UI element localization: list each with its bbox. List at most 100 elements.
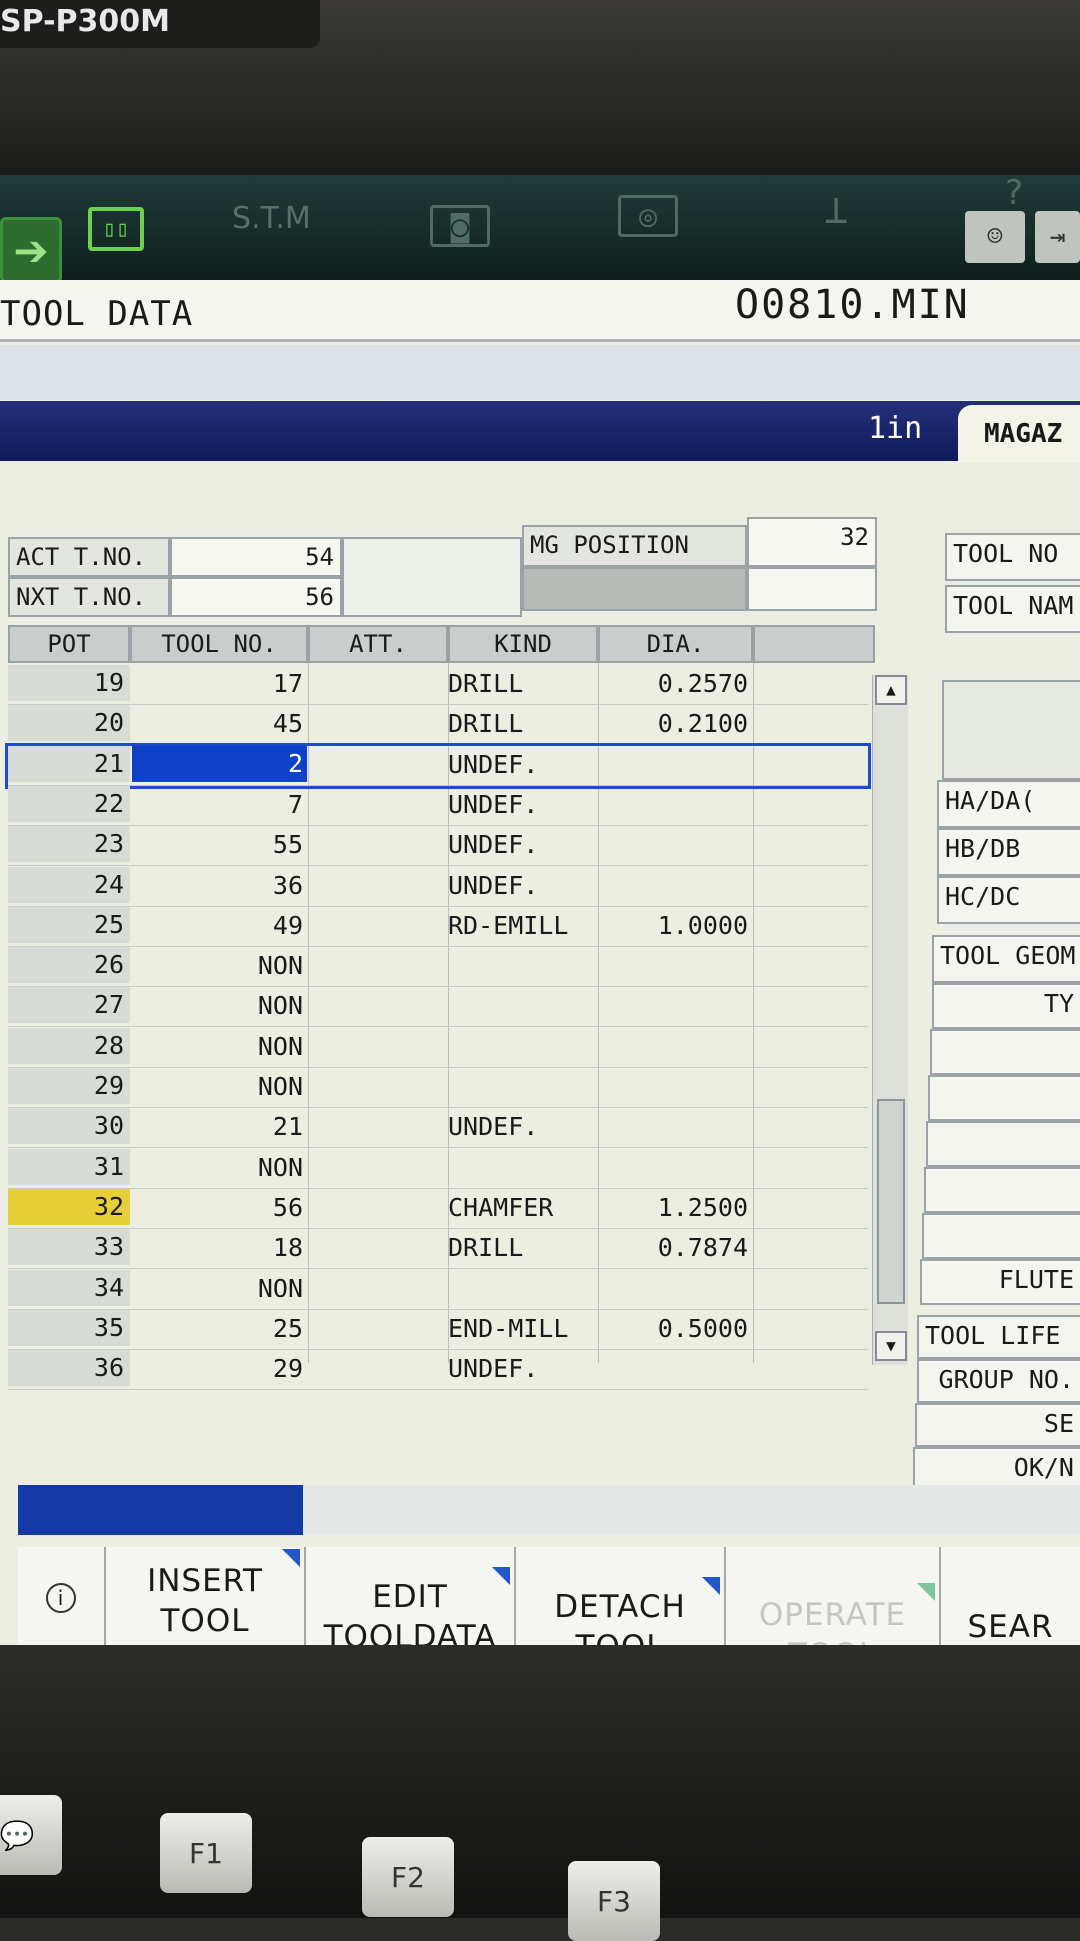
table-row[interactable]: 34 NON [8,1269,868,1310]
cnc-screen: ➔ ▯▯ S.T.M ◙ ◎ ⊥ ? ☺ ⇥ TOOL DATA O0810.M… [0,173,1080,1673]
scroll-down-icon[interactable]: ▼ [875,1331,907,1361]
tool-no-cell: 49 [272,910,303,940]
insert-tool-softkey[interactable]: INSERT TOOL [106,1547,306,1657]
bubble-key[interactable]: 💬 [0,1795,62,1875]
f2-key[interactable]: F2 [362,1837,454,1917]
kind-cell: UNDEF. [448,1354,539,1384]
header-pot: POT [8,625,130,663]
table-row[interactable]: 27 NON [8,987,868,1028]
pot-cell: 28 [8,1027,130,1064]
table-row[interactable]: 28 NON [8,1027,868,1068]
mg-empty-value [747,567,877,611]
mode-icon-bar: ➔ ▯▯ S.T.M ◙ ◎ ⊥ ? ☺ ⇥ [0,173,1080,283]
tool-no-cell: NON [257,1072,303,1101]
dia-cell: 1.2500 [657,1192,748,1222]
tool-no-cell: NON [257,1031,303,1061]
mg-position-label: MG POSITION [522,525,747,567]
table-row[interactable]: 23 55 UNDEF. [8,826,868,867]
act-tool-value: 54 [170,537,342,577]
mg-position-value: 32 [747,517,877,567]
softkey-label: OPERATE [758,1597,907,1633]
pot-cell: 26 [8,947,130,984]
pot-cell: 31 [8,1148,130,1185]
magazine-icon[interactable]: ▯▯ [88,207,144,251]
tool-no-cell: NON [257,951,303,981]
scroll-up-icon[interactable]: ▲ [875,675,907,705]
dia-cell: 0.5000 [657,1313,748,1343]
table-row[interactable]: 22 7 UNDEF. [8,785,868,826]
tool-holder-icon[interactable]: ⊥ [806,187,866,233]
tab-magazine[interactable]: MAGAZ [958,405,1080,463]
table-row[interactable]: 30 21 UNDEF. [8,1108,868,1149]
status-spacer [342,537,522,617]
help-icon[interactable]: ? [1005,173,1023,213]
softkey-label: EDIT [372,1579,448,1615]
pot-cell: 27 [8,987,130,1024]
stm-icon[interactable]: S.T.M [232,201,311,236]
table-row[interactable]: 20 45 DRILL 0.2100 [8,705,868,746]
edit-tooldata-softkey[interactable]: EDIT TOOLDATA [306,1547,516,1657]
tool-no-cell: 45 [272,709,303,739]
dia-cell: 0.2100 [657,709,748,739]
pot-cell: 32 [8,1188,130,1225]
exit-icon[interactable]: ⇥ [1035,211,1080,263]
table-row[interactable]: 35 25 END-MILL 0.5000 [8,1309,868,1350]
table-row[interactable]: 26 NON [8,947,868,988]
kind-cell: UNDEF. [448,1112,539,1142]
message-indicator [18,1485,303,1535]
kind-cell: UNDEF. [448,830,539,860]
machine-model-label: SP-P300M [0,0,320,48]
geometry-row [924,1167,1080,1213]
pot-cell: 36 [8,1350,130,1387]
f1-key[interactable]: F1 [160,1813,252,1893]
spindle-icon[interactable]: ◎ [618,195,678,237]
table-scrollbar[interactable]: ▲ ▼ [872,675,908,1365]
tool-no-cell: 55 [272,830,303,860]
act-tool-label: ACT T.NO. [8,537,170,577]
program-name: O0810.MIN [735,282,970,328]
info-softkey[interactable]: i [18,1547,106,1657]
operator-icon[interactable]: ☺ [965,211,1025,263]
table-row[interactable]: 31 NON [8,1148,868,1189]
page-title: TOOL DATA [0,294,194,334]
kind-cell: UNDEF. [448,749,539,779]
se-label: SE [915,1403,1080,1447]
pot-cell: 29 [8,1068,130,1104]
search-softkey[interactable]: SEAR [941,1547,1080,1657]
dia-cell: 1.0000 [657,910,748,940]
arrow-right-icon[interactable]: ➔ [0,217,62,283]
submenu-marker-icon [492,1567,510,1585]
pot-cell: 22 [8,785,130,822]
table-row[interactable]: 36 29 UNDEF. [8,1350,868,1391]
scroll-thumb[interactable] [877,1099,905,1304]
hb-db-label: HB/DB [937,828,1080,876]
table-row[interactable]: 33 18 DRILL 0.7874 [8,1229,868,1270]
table-row[interactable]: 32 56 CHAMFER 1.2500 [8,1188,868,1229]
table-row[interactable]: 25 49 RD-EMILL 1.0000 [8,906,868,947]
table-row[interactable]: 21 2 UNDEF. [5,742,871,789]
f3-key[interactable]: F3 [568,1861,660,1941]
table-row[interactable]: 29 NON [8,1068,868,1108]
softkey-label: TOOL [160,1603,250,1639]
tool-life-label: TOOL LIFE [917,1315,1080,1359]
dia-cell: 0.7874 [657,1233,748,1263]
tool-no-cell: 2 [132,745,307,782]
sub-bar [0,345,1080,400]
info-icon: i [46,1583,76,1613]
header-tool-no: TOOL NO. [130,625,308,663]
operate-tool-softkey[interactable]: OPERATE TOOL [726,1547,941,1673]
camera-icon[interactable]: ◙ [430,205,490,247]
tool-no-cell: 25 [272,1313,303,1343]
hc-dc-label: HC/DC [937,876,1080,924]
geometry-row [928,1075,1080,1121]
kind-cell: UNDEF. [448,870,539,900]
pot-cell: 24 [8,866,130,903]
unit-label: 1in [868,411,923,446]
tool-no-cell: 18 [272,1233,303,1263]
tool-no-cell: NON [257,1273,303,1303]
header-dia: DIA. [598,625,753,663]
detach-tool-softkey[interactable]: DETACH TOOL [516,1547,726,1665]
table-row[interactable]: 19 17 DRILL 0.2570 [8,665,868,705]
table-row[interactable]: 24 36 UNDEF. [8,866,868,907]
geometry-row [926,1121,1080,1167]
